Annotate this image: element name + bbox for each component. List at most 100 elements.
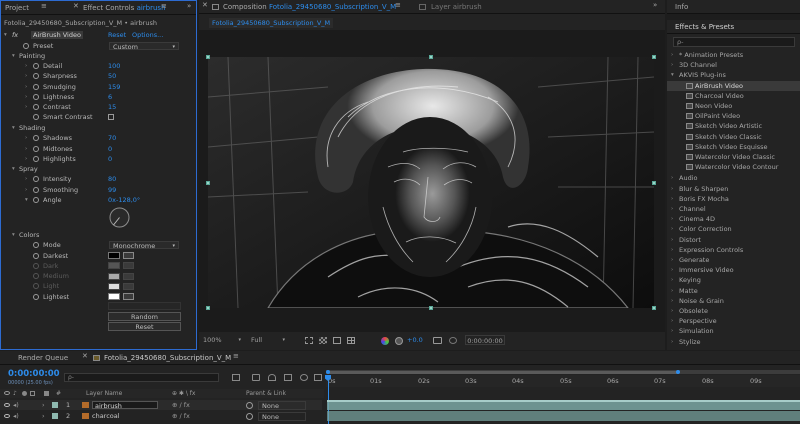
category-channel[interactable]: › Channel: [667, 204, 800, 214]
twirl-down-icon[interactable]: ▾: [25, 195, 28, 205]
group-painting[interactable]: ▾ Painting: [1, 51, 196, 61]
comp-viewer[interactable]: [199, 30, 665, 332]
show-snapshot-icon[interactable]: [449, 337, 457, 344]
stopwatch-icon[interactable]: [33, 145, 39, 152]
current-time-display[interactable]: 0:00:00:00: [8, 369, 60, 379]
composition-flowchart-icon[interactable]: [232, 374, 240, 381]
graph-editor-icon[interactable]: [314, 374, 322, 381]
stopwatch-icon[interactable]: [33, 73, 39, 79]
resolution-dropdown[interactable]: Full ▾: [251, 336, 287, 345]
fx-icon[interactable]: fx: [12, 30, 18, 40]
param-value[interactable]: 70: [108, 133, 116, 143]
parent-pickwhip-icon[interactable]: [246, 402, 253, 409]
mode-dropdown[interactable]: Monochrome ▾: [109, 241, 179, 250]
twirl-right-icon[interactable]: ›: [25, 102, 27, 112]
stopwatch-icon[interactable]: [23, 42, 29, 49]
current-time-field[interactable]: 0:00:00:00: [465, 335, 505, 345]
stopwatch-icon[interactable]: [33, 135, 39, 141]
transform-handle[interactable]: [652, 181, 656, 185]
effects-search-input[interactable]: ρ-: [673, 37, 795, 47]
category-simulation[interactable]: › Simulation: [667, 326, 800, 336]
eye-icon[interactable]: [4, 403, 10, 407]
label-color-chip[interactable]: [52, 402, 58, 408]
eyedropper-icon[interactable]: [123, 252, 134, 259]
exposure-value[interactable]: +0.0: [407, 336, 423, 344]
param-value[interactable]: 0: [108, 154, 112, 164]
effect-reset-link[interactable]: Reset: [108, 30, 126, 40]
tab-project[interactable]: Project: [5, 4, 29, 12]
category-color-correction[interactable]: › Color Correction: [667, 224, 800, 234]
stopwatch-icon[interactable]: [33, 63, 39, 69]
zoom-dropdown[interactable]: 100% ▾: [203, 336, 243, 345]
close-icon[interactable]: ✕: [73, 2, 79, 10]
transform-handle[interactable]: [206, 306, 210, 310]
twirl-right-icon[interactable]: ›: [25, 133, 27, 143]
param-value[interactable]: 6: [108, 92, 112, 102]
category-perspective[interactable]: › Perspective: [667, 316, 800, 326]
color-swatch[interactable]: [108, 252, 120, 259]
chevron-right-icon[interactable]: »: [653, 1, 657, 9]
layer-name[interactable]: charcoal: [92, 411, 120, 421]
switches-icon[interactable]: ⊕ / fx: [172, 411, 190, 421]
eyedropper-icon[interactable]: [123, 293, 134, 300]
grid-icon[interactable]: [347, 337, 355, 344]
close-icon[interactable]: ✕: [82, 352, 88, 360]
stopwatch-icon[interactable]: [33, 293, 39, 300]
draft-3d-icon[interactable]: [252, 374, 260, 381]
smart-contrast-checkbox[interactable]: [108, 114, 114, 120]
menu-icon[interactable]: ≡: [41, 2, 47, 10]
effect-sketch-video-esquisse[interactable]: Sketch Video Esquisse: [667, 142, 800, 152]
category-audio[interactable]: › Audio: [667, 173, 800, 183]
work-area-end-handle[interactable]: [676, 370, 680, 374]
transparency-grid-icon[interactable]: [319, 337, 327, 344]
group-shading[interactable]: ▾ Shading: [1, 123, 196, 133]
param-value[interactable]: 80: [108, 174, 116, 184]
tab-effect-controls[interactable]: Effect Controls airbrush: [83, 4, 166, 12]
twirl-right-icon[interactable]: ›: [25, 92, 27, 102]
twirl-right-icon[interactable]: ›: [25, 144, 27, 154]
twirl-right-icon[interactable]: ›: [25, 82, 27, 92]
param-value[interactable]: 0x-128,0°: [108, 195, 140, 205]
category-keying[interactable]: › Keying: [667, 275, 800, 285]
stopwatch-icon[interactable]: [33, 176, 39, 182]
frame-blending-icon[interactable]: [284, 374, 292, 381]
menu-icon-2[interactable]: ≡: [161, 2, 167, 10]
layer-row[interactable]: ◂) › 1 airbrush ⊕ / fx None: [0, 400, 322, 410]
region-icon[interactable]: [305, 337, 313, 344]
parent-dropdown[interactable]: None: [258, 400, 306, 410]
layer-name[interactable]: airbrush: [92, 401, 158, 410]
param-value[interactable]: 99: [108, 185, 116, 195]
chevron-right-icon[interactable]: »: [187, 2, 191, 10]
audio-icon[interactable]: ◂): [13, 400, 19, 410]
menu-icon[interactable]: ≡: [395, 1, 401, 9]
menu-icon[interactable]: ≡: [233, 352, 239, 360]
group-spray[interactable]: ▾ Spray: [1, 164, 196, 174]
stopwatch-icon[interactable]: [33, 196, 39, 203]
tab-layer[interactable]: Layer airbrush: [431, 3, 482, 11]
transform-handle[interactable]: [206, 55, 210, 59]
tab-info[interactable]: Info: [675, 3, 688, 11]
twirl-right-icon[interactable]: ›: [25, 154, 27, 164]
tab-render-queue[interactable]: Render Queue: [18, 354, 68, 362]
category-cinema-4d[interactable]: › Cinema 4D: [667, 214, 800, 224]
category-immersive-video[interactable]: › Immersive Video: [667, 265, 800, 275]
eye-icon[interactable]: [4, 414, 10, 418]
category-noise-grain[interactable]: › Noise & Grain: [667, 296, 800, 306]
effect-sketch-video-classic[interactable]: Sketch Video Classic: [667, 132, 800, 142]
twirl-right-icon[interactable]: ›: [25, 174, 27, 184]
timeline-search-input[interactable]: ρ-: [64, 373, 219, 382]
tab-timeline-comp[interactable]: Fotolia_29450680_Subscription_V_M: [104, 354, 231, 362]
layer-name-header[interactable]: Layer Name: [86, 389, 122, 398]
tab-composition[interactable]: Composition Fotolia_29450680_Subscriptio…: [223, 3, 396, 11]
category-animation-presets[interactable]: › * Animation Presets: [667, 50, 800, 60]
category-obsolete[interactable]: › Obsolete: [667, 306, 800, 316]
layer-row[interactable]: ◂) › 2 charcoal ⊕ / fx None: [0, 411, 322, 421]
switches-icon[interactable]: ⊕ / fx: [172, 400, 190, 410]
param-value[interactable]: 100: [108, 61, 120, 71]
random-button[interactable]: Random: [108, 312, 181, 321]
transform-handle[interactable]: [652, 306, 656, 310]
motion-blur-icon[interactable]: [300, 374, 308, 381]
parent-link-header[interactable]: Parent & Link: [246, 389, 286, 398]
category-3d-channel[interactable]: › 3D Channel: [667, 60, 800, 70]
category-distort[interactable]: › Distort: [667, 235, 800, 245]
